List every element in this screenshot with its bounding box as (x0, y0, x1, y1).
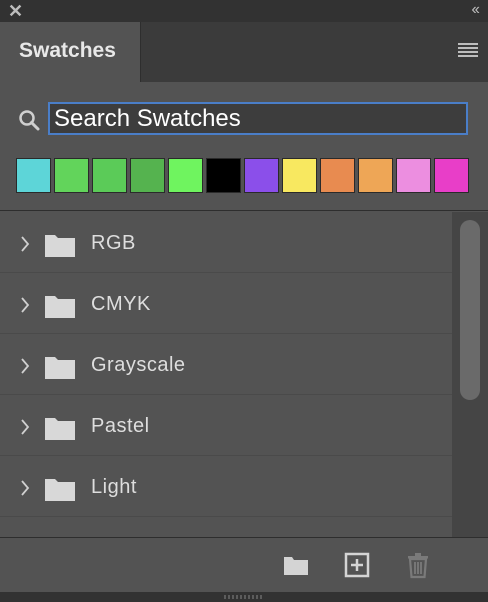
swatch-chip[interactable] (434, 158, 469, 193)
close-icon[interactable]: ✕ (8, 2, 23, 20)
folder-icon (45, 479, 75, 501)
panel-title-bar: ✕ ‹‹ (0, 0, 488, 22)
swatch-group-label: RGB (91, 232, 136, 254)
swatch-chip[interactable] (92, 158, 127, 193)
new-group-icon[interactable] (282, 551, 310, 579)
swatch-chip[interactable] (16, 158, 51, 193)
swatch-group-row[interactable]: CMYK (0, 273, 452, 334)
swatch-chip[interactable] (54, 158, 89, 193)
folder-icon (45, 357, 75, 379)
search-row (0, 100, 488, 140)
chevron-right-icon[interactable] (20, 358, 30, 374)
tab-swatches[interactable]: Swatches (0, 22, 141, 82)
folder-icon (45, 235, 75, 257)
swatch-group-row[interactable]: Grayscale (0, 334, 452, 395)
swatch-group-label: Light (91, 476, 137, 498)
swatch-chip[interactable] (130, 158, 165, 193)
chevron-right-icon[interactable] (20, 419, 30, 435)
chevron-right-icon[interactable] (20, 480, 30, 496)
scrollbar[interactable] (452, 212, 488, 537)
swatch-group-label: Pastel (91, 415, 150, 437)
chevron-right-icon[interactable] (20, 297, 30, 313)
swatch-chip[interactable] (320, 158, 355, 193)
panel-footer (0, 537, 488, 592)
folder-icon (45, 418, 75, 440)
swatch-group-row[interactable]: RGB (0, 212, 452, 273)
swatch-chip[interactable] (282, 158, 317, 193)
swatch-group-list: RGB CMYK Grayscale Pastel Light (0, 212, 452, 537)
resize-strip (0, 592, 488, 602)
swatch-group-label: Grayscale (91, 354, 186, 376)
swatch-group-row[interactable]: Pastel (0, 395, 452, 456)
scrollbar-thumb[interactable] (460, 220, 480, 400)
swatch-group-row[interactable]: Light (0, 456, 452, 517)
panel-menu-icon[interactable] (458, 43, 478, 57)
search-icon (19, 110, 40, 131)
swatch-chip[interactable] (206, 158, 241, 193)
tab-label: Swatches (19, 39, 116, 62)
swatch-group-label: CMYK (91, 293, 151, 315)
folder-icon (45, 296, 75, 318)
new-swatch-icon[interactable] (343, 551, 371, 579)
chevron-right-icon[interactable] (20, 236, 30, 252)
swatch-chip[interactable] (244, 158, 279, 193)
resize-grip-icon[interactable] (224, 595, 264, 599)
divider (0, 210, 488, 211)
tab-bar: Swatches (0, 22, 488, 82)
swatch-chip[interactable] (358, 158, 393, 193)
collapse-icon[interactable]: ‹‹ (471, 1, 480, 19)
swatch-chip[interactable] (396, 158, 431, 193)
search-input[interactable] (48, 102, 468, 135)
delete-icon[interactable] (404, 551, 432, 579)
swatch-chip[interactable] (168, 158, 203, 193)
recent-swatches (16, 158, 472, 194)
